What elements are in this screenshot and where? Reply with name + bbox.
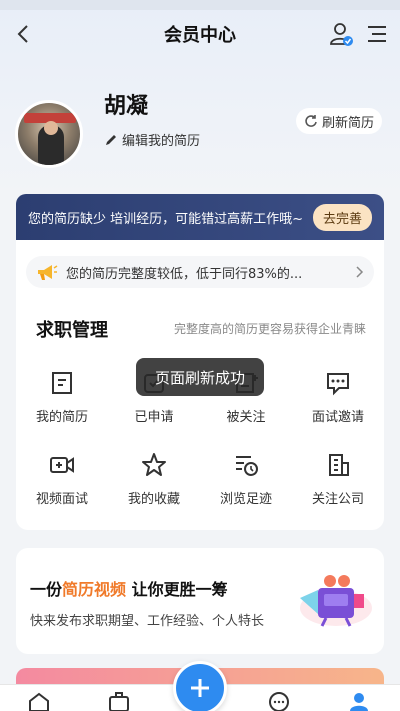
top-navbar: 会员中心 <box>0 14 400 54</box>
video-interview-icon <box>50 457 74 473</box>
interview-invite-icon <box>327 373 349 396</box>
grid-item-interview-invite[interactable]: 面试邀请 <box>292 370 384 440</box>
grid-label: 已申请 <box>134 410 174 425</box>
briefcase-icon[interactable] <box>108 691 130 711</box>
banner-text: 您的简历缺少 培训经历，可能错过高薪工作哦~ <box>28 211 304 227</box>
user-name: 胡凝 <box>104 94 149 119</box>
pencil-icon <box>106 134 116 145</box>
grid-label: 被关注 <box>226 410 266 425</box>
complete-resume-button[interactable]: 去完善 <box>312 203 372 231</box>
grid-label: 我的简历 <box>35 410 88 425</box>
grid-item-browse-history[interactable]: 浏览足迹 <box>200 452 292 522</box>
chevron-right-icon <box>356 266 364 278</box>
section-title: 求职管理 <box>36 320 108 341</box>
promo-title-prefix: 一份 <box>30 580 63 599</box>
edit-resume-link[interactable]: 编辑我的简历 <box>104 130 200 149</box>
promo-subtitle: 快来发布求职期望、工作经验、个人特长 <box>30 614 265 629</box>
building-icon <box>329 454 349 476</box>
avatar-face <box>44 121 58 135</box>
profile-icon[interactable] <box>348 691 370 711</box>
grid-item-my-resume[interactable]: 我的简历 <box>16 370 108 440</box>
page-title: 会员中心 <box>164 25 236 46</box>
message-icon[interactable] <box>268 691 290 711</box>
video-camera-illustration-icon <box>300 575 372 627</box>
completeness-notice[interactable]: 您的简历完整度较低，低于同行83%的... <box>26 256 374 288</box>
promo-title-highlight: 简历视频 <box>62 580 127 599</box>
promo-title-suffix: 让你更胜一筹 <box>126 580 228 599</box>
status-bar <box>0 0 400 10</box>
refresh-resume-button[interactable]: 刷新简历 <box>295 108 382 134</box>
resume-missing-banner: 您的简历缺少 培训经历，可能错过高薪工作哦~ 去完善 <box>16 194 384 240</box>
back-arrow-icon[interactable] <box>10 20 38 48</box>
user-verified-icon[interactable] <box>328 20 354 48</box>
section-subtitle: 完整度高的简历更容易获得企业青睐 <box>173 322 366 336</box>
menu-icon[interactable] <box>364 20 390 48</box>
history-icon <box>236 456 258 476</box>
megaphone-icon <box>38 265 58 280</box>
promo-title: 一份简历视频 让你更胜一筹 <box>30 576 228 600</box>
home-icon[interactable] <box>28 691 50 711</box>
grid-label: 视频面试 <box>35 492 88 507</box>
grid-label: 我的收藏 <box>127 492 180 507</box>
refresh-success-toast: 页面刷新成功 <box>136 358 264 396</box>
grid-item-followed-companies[interactable]: 关注公司 <box>292 452 384 522</box>
grid-label: 面试邀请 <box>311 410 364 425</box>
grid-label: 关注公司 <box>311 492 364 507</box>
refresh-resume-label: 刷新简历 <box>321 115 374 131</box>
plus-icon <box>191 679 209 697</box>
star-icon <box>142 453 166 476</box>
notice-text: 您的简历完整度较低，低于同行83%的... <box>66 266 303 282</box>
grid-item-video-interview[interactable]: 视频面试 <box>16 452 108 522</box>
video-resume-promo[interactable]: 一份简历视频 让你更胜一筹 快来发布求职期望、工作经验、个人特长 <box>16 548 384 654</box>
refresh-icon <box>305 115 317 127</box>
avatar[interactable] <box>15 100 83 168</box>
grid-item-favorites[interactable]: 我的收藏 <box>108 452 200 522</box>
grid-label: 浏览足迹 <box>219 492 272 507</box>
add-button[interactable] <box>173 661 227 711</box>
resume-icon <box>52 372 72 394</box>
edit-resume-label: 编辑我的简历 <box>122 134 201 149</box>
